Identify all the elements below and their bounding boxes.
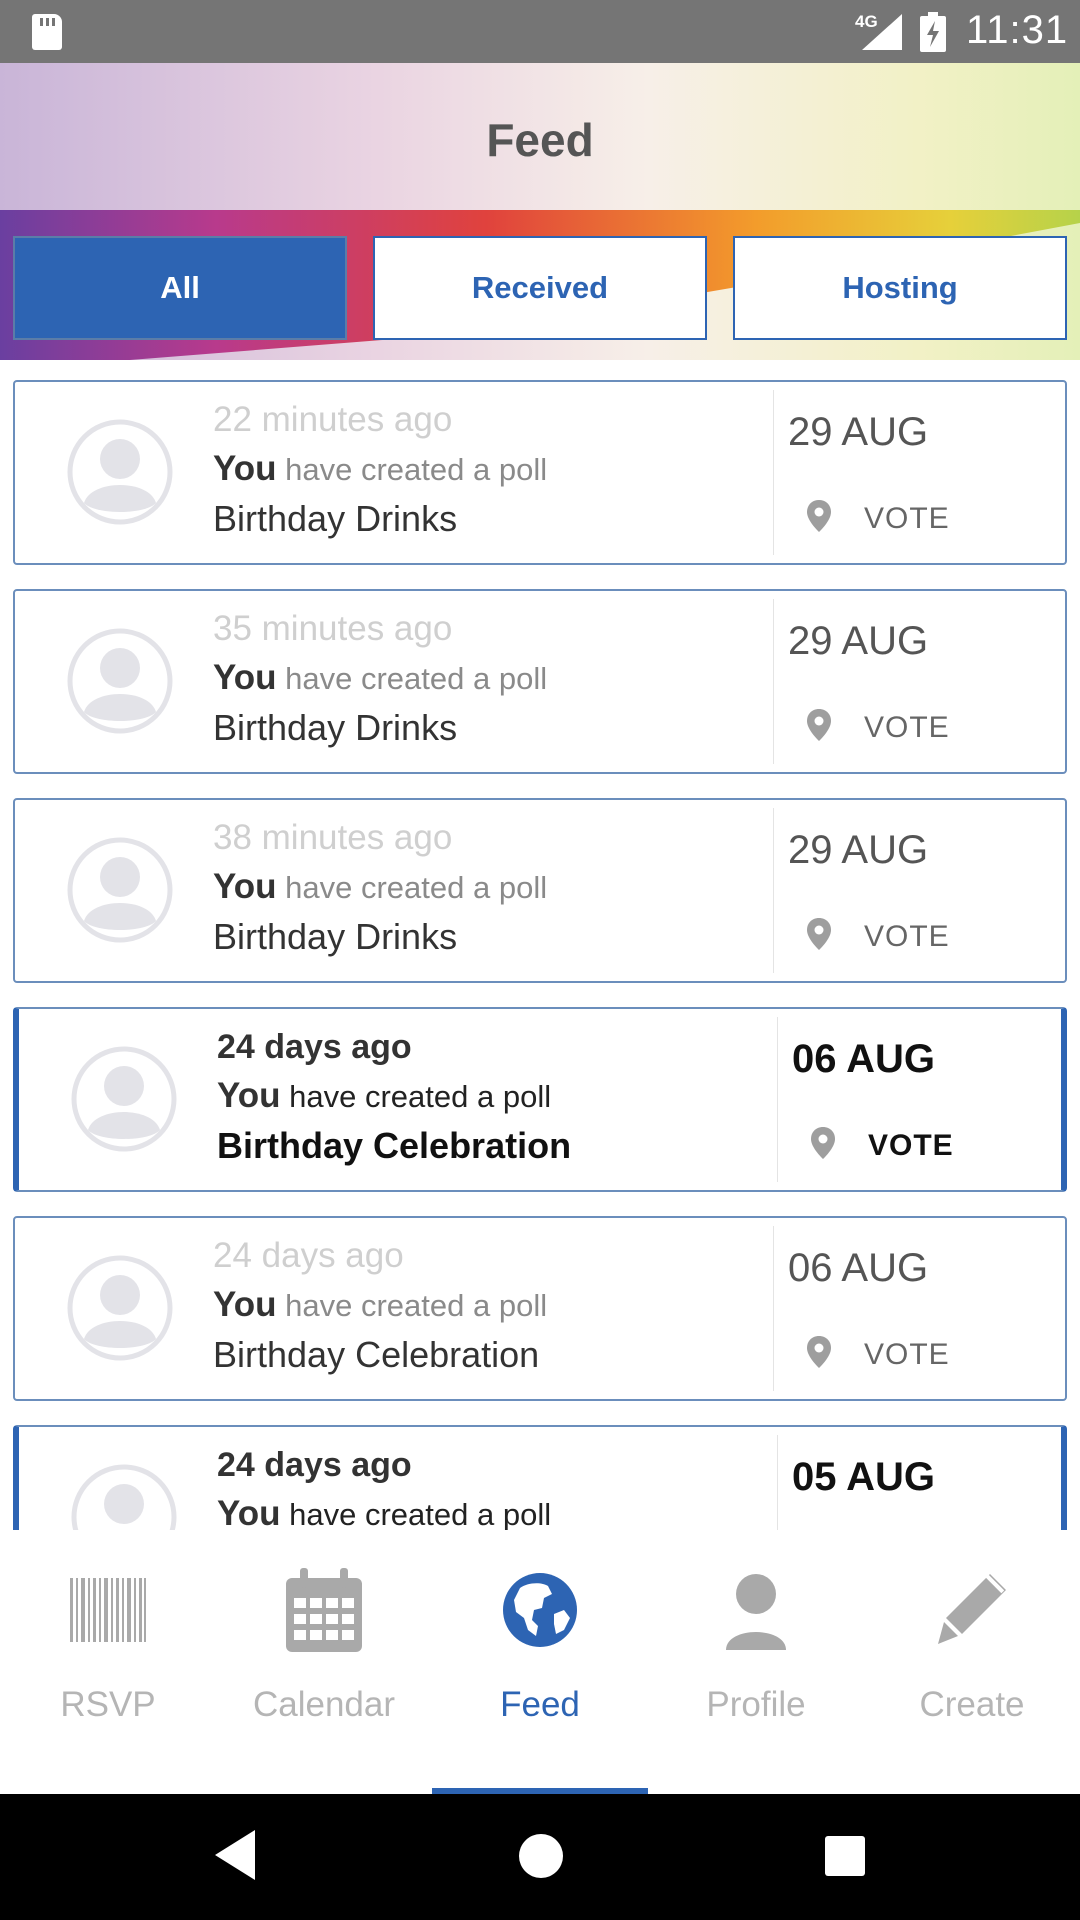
nav-item-feed[interactable]: Feed (432, 1530, 648, 1794)
feed-action: have created a poll (285, 870, 548, 905)
feed-actor: You (213, 658, 277, 697)
card-divider (777, 1435, 778, 1530)
system-navigation-bar (0, 1794, 1080, 1920)
nav-label-feed: Feed (500, 1685, 580, 1724)
feed-message: You have created a poll (213, 444, 773, 494)
feed-message: You have created a poll (217, 1489, 777, 1530)
feed-card[interactable]: 24 days ago You have created a poll Birt… (13, 1216, 1067, 1401)
feed-event-name: Birthday Drinks (213, 916, 458, 957)
feed-action: have created a poll (289, 1497, 552, 1530)
feed-card[interactable]: 35 minutes ago You have created a poll B… (13, 589, 1067, 774)
feed-event-name: Birthday Drinks (213, 498, 458, 539)
feed-time: 24 days ago (217, 1446, 412, 1484)
feed-action: have created a poll (285, 661, 548, 696)
home-icon[interactable] (519, 1834, 563, 1878)
tab-hosting[interactable]: Hosting (733, 236, 1067, 340)
pencil-icon (938, 1574, 1006, 1644)
location-pin-icon (807, 500, 831, 532)
feed-card[interactable]: 24 days ago You have created a poll 05 A… (13, 1425, 1067, 1530)
page-title: Feed (486, 114, 594, 166)
signal-icon (862, 14, 902, 50)
feed-action: have created a poll (289, 1079, 552, 1114)
nav-item-create[interactable]: Create (864, 1530, 1080, 1794)
feed-time: 24 days ago (217, 1028, 412, 1066)
feed-action: have created a poll (285, 452, 548, 487)
location-pin-icon (807, 918, 831, 950)
vote-label[interactable]: VOTE (868, 1129, 954, 1163)
feed-date: 29 AUG (788, 828, 929, 872)
avatar-placeholder-icon (71, 1046, 177, 1152)
location-pin-icon (811, 1127, 835, 1159)
feed-time: 35 minutes ago (213, 609, 453, 648)
nav-label-rsvp: RSVP (60, 1685, 156, 1724)
location-pin-icon (807, 1336, 831, 1368)
vote-label[interactable]: VOTE (864, 711, 950, 745)
feed-actor: You (213, 449, 277, 488)
feed-time: 24 days ago (213, 1236, 404, 1275)
calendar-icon (286, 1568, 362, 1652)
feed-actor: You (213, 1285, 277, 1324)
feed-actor: You (217, 1076, 281, 1115)
avatar-placeholder-icon (67, 419, 173, 525)
feed-date: 29 AUG (788, 619, 929, 663)
location-pin-icon (807, 709, 831, 741)
status-bar: 4G 11:31 (0, 0, 1080, 63)
nav-label-create: Create (919, 1685, 1025, 1724)
person-icon (726, 1574, 786, 1650)
feed-time: 38 minutes ago (213, 818, 453, 857)
feed-card[interactable]: 22 minutes ago You have created a poll B… (13, 380, 1067, 565)
bottom-navigation: RSVP Calendar Feed Profile Create (0, 1530, 1080, 1794)
nav-label-calendar: Calendar (252, 1685, 396, 1724)
feed-message: You have created a poll (213, 653, 773, 703)
avatar-placeholder-icon (67, 1255, 173, 1361)
feed-list[interactable]: 22 minutes ago You have created a poll B… (0, 380, 1080, 1530)
avatar-placeholder-icon (67, 837, 173, 943)
battery-charging-icon (920, 12, 946, 52)
avatar-placeholder-icon (71, 1464, 177, 1530)
feed-time: 22 minutes ago (213, 400, 453, 439)
card-divider (773, 808, 774, 973)
feed-card[interactable]: 24 days ago You have created a poll Birt… (13, 1007, 1067, 1192)
nav-item-profile[interactable]: Profile (648, 1530, 864, 1794)
tab-all[interactable]: All (13, 236, 347, 340)
feed-date: 06 AUG (792, 1037, 936, 1081)
feed-actor: You (217, 1494, 281, 1530)
nav-label-profile: Profile (706, 1685, 806, 1724)
recents-icon[interactable] (825, 1836, 865, 1876)
vote-label[interactable]: VOTE (864, 920, 950, 954)
feed-card[interactable]: 38 minutes ago You have created a poll B… (13, 798, 1067, 983)
feed-date: 29 AUG (788, 410, 929, 454)
tab-received[interactable]: Received (373, 236, 707, 340)
globe-icon (503, 1573, 577, 1647)
feed-event-name: Birthday Celebration (217, 1125, 572, 1166)
feed-message: You have created a poll (213, 862, 773, 912)
vote-label[interactable]: VOTE (864, 1338, 950, 1372)
barcode-icon (70, 1578, 146, 1642)
feed-date: 05 AUG (792, 1455, 936, 1499)
sd-card-icon (32, 14, 62, 50)
card-divider (773, 1226, 774, 1391)
vote-label[interactable]: VOTE (864, 502, 950, 536)
back-icon[interactable] (215, 1830, 255, 1880)
nav-item-calendar[interactable]: Calendar (216, 1530, 432, 1794)
feed-event-name: Birthday Celebration (213, 1334, 540, 1375)
feed-date: 06 AUG (788, 1246, 929, 1290)
card-divider (773, 599, 774, 764)
feed-message: You have created a poll (217, 1071, 777, 1121)
feed-action: have created a poll (285, 1288, 548, 1323)
feed-event-name: Birthday Drinks (213, 707, 458, 748)
card-divider (777, 1017, 778, 1182)
card-divider (773, 390, 774, 555)
nav-item-rsvp[interactable]: RSVP (0, 1530, 216, 1794)
clock: 11:31 (966, 8, 1069, 52)
avatar-placeholder-icon (67, 628, 173, 734)
feed-actor: You (213, 867, 277, 906)
feed-message: You have created a poll (213, 1280, 773, 1330)
